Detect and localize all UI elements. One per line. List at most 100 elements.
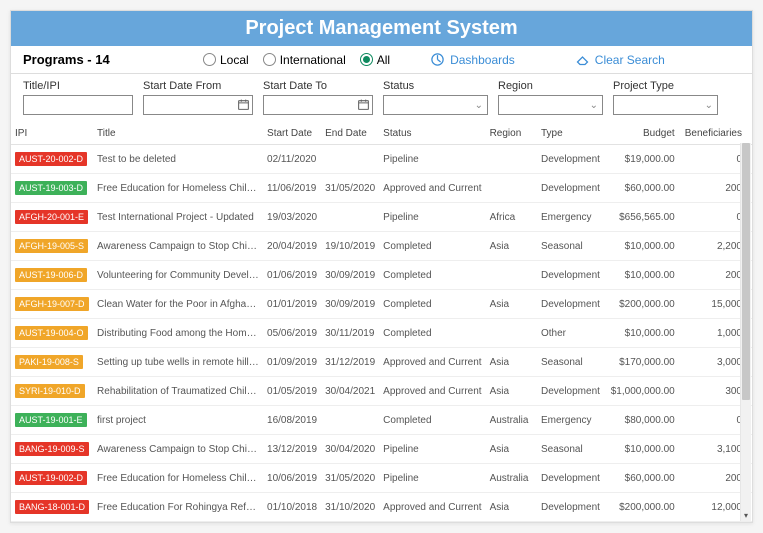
cell: Completed xyxy=(379,261,485,290)
cell: Asia xyxy=(486,290,537,319)
cell: $60,000.00 xyxy=(607,464,681,493)
cell: Pipeline xyxy=(379,464,485,493)
column-header[interactable]: Beneficiaries xyxy=(681,123,752,145)
cell: 19/10/2019 xyxy=(321,232,379,261)
cell: AFGH-19-005-S xyxy=(11,232,93,261)
cell: Test International Project - Updated xyxy=(93,203,263,232)
filter-project-type-label: Project Type xyxy=(613,80,718,92)
column-header[interactable]: IPI xyxy=(11,123,93,145)
cell: 20/04/2019 xyxy=(263,232,321,261)
column-header[interactable]: Region xyxy=(486,123,537,145)
ipi-badge: AFGH-19-005-S xyxy=(15,239,88,253)
column-header[interactable]: Start Date xyxy=(263,123,321,145)
scroll-thumb[interactable] xyxy=(742,143,750,400)
chevron-down-icon: ⌄ xyxy=(590,100,598,111)
calendar-icon[interactable] xyxy=(237,98,250,111)
filter-start-from-label: Start Date From xyxy=(143,80,253,92)
cell: Approved and Current xyxy=(379,174,485,203)
cell: Asia xyxy=(486,377,537,406)
radio-all-label: All xyxy=(377,53,390,67)
filter-project-type: Project Type ⌄ xyxy=(613,80,718,115)
column-header[interactable]: Status xyxy=(379,123,485,145)
cell: 01/09/2019 xyxy=(263,348,321,377)
cell: Completed xyxy=(379,319,485,348)
project-type-select[interactable]: ⌄ xyxy=(613,95,718,115)
region-select[interactable]: ⌄ xyxy=(498,95,603,115)
cell: AUST-19-002-D xyxy=(11,464,93,493)
scroll-down-arrow[interactable]: ▾ xyxy=(741,509,751,521)
cell: Approved and Current xyxy=(379,493,485,522)
toolbar: Programs - 14 Local International All Da… xyxy=(11,46,752,74)
table-row[interactable]: AUST-19-006-DVolunteering for Community … xyxy=(11,261,752,290)
table-row[interactable]: AUST-19-004-ODistributing Food among the… xyxy=(11,319,752,348)
app-window: Project Management System Programs - 14 … xyxy=(10,10,753,523)
table-row[interactable]: AUST-19-002-DFree Education for Homeless… xyxy=(11,464,752,493)
scope-radio-group: Local International All xyxy=(203,53,390,67)
cell: Pipeline xyxy=(379,435,485,464)
calendar-icon[interactable] xyxy=(357,98,370,111)
table-row[interactable]: SYRI-19-010-DRehabilitation of Traumatiz… xyxy=(11,377,752,406)
cell: Development xyxy=(537,290,607,319)
radio-local[interactable]: Local xyxy=(203,53,249,67)
column-header[interactable]: End Date xyxy=(321,123,379,145)
radio-all[interactable]: All xyxy=(360,53,390,67)
cell: 30/04/2020 xyxy=(321,435,379,464)
cell: Awareness Campaign to Stop Child Labor..… xyxy=(93,232,263,261)
chevron-down-icon: ⌄ xyxy=(475,100,483,111)
table-row[interactable]: AFGH-19-007-DClean Water for the Poor in… xyxy=(11,290,752,319)
cell: Development xyxy=(537,174,607,203)
cell: Other xyxy=(537,319,607,348)
cell: first project xyxy=(93,406,263,435)
ipi-badge: AFGH-20-001-E xyxy=(15,210,88,224)
vertical-scrollbar[interactable]: ▾ xyxy=(740,143,751,521)
cell: 19/03/2020 xyxy=(263,203,321,232)
cell: AFGH-20-001-E xyxy=(11,203,93,232)
cell: BANG-18-001-D xyxy=(11,493,93,522)
table-row[interactable]: BANG-19-009-SAwareness Campaign to Stop … xyxy=(11,435,752,464)
title-input[interactable] xyxy=(23,95,133,115)
status-select[interactable]: ⌄ xyxy=(383,95,488,115)
column-header[interactable]: Title xyxy=(93,123,263,145)
ipi-badge: AFGH-19-007-D xyxy=(15,297,89,311)
table-row[interactable]: AFGH-20-001-E Test International Project … xyxy=(11,203,752,232)
filter-region: Region ⌄ xyxy=(498,80,603,115)
ipi-badge: AUST-19-001-E xyxy=(15,413,87,427)
clear-search-link[interactable]: Clear Search xyxy=(575,52,665,67)
cell: Asia xyxy=(486,232,537,261)
cell: Free Education For Rohingya Refugee Chi.… xyxy=(93,493,263,522)
cell: Volunteering for Community Development xyxy=(93,261,263,290)
column-header[interactable]: Budget xyxy=(607,123,681,145)
cell: 30/09/2019 xyxy=(321,290,379,319)
cell: 13/12/2019 xyxy=(263,435,321,464)
cell: $10,000.00 xyxy=(607,232,681,261)
cell: Completed xyxy=(379,232,485,261)
cell: AFGH-19-007-D xyxy=(11,290,93,319)
cell: 31/05/2020 xyxy=(321,464,379,493)
cell: AUST-20-002-D xyxy=(11,145,93,174)
table-row[interactable]: AUST-20-002-DTest to be deleted02/11/202… xyxy=(11,145,752,174)
cell: Development xyxy=(537,145,607,174)
cell: Distributing Food among the Homeless xyxy=(93,319,263,348)
column-header[interactable]: Type xyxy=(537,123,607,145)
cell: 01/10/2018 xyxy=(263,493,321,522)
table-header-row: IPITitleStart DateEnd DateStatusRegionTy… xyxy=(11,123,752,145)
table-row[interactable]: PAKI-19-008-SSetting up tube wells in re… xyxy=(11,348,752,377)
dashboards-link[interactable]: Dashboards xyxy=(430,52,515,67)
radio-international[interactable]: International xyxy=(263,53,346,67)
programs-count: Programs - 14 xyxy=(23,52,203,67)
table-row[interactable]: AUST-19-001-Efirst project16/08/2019Comp… xyxy=(11,406,752,435)
cell: 10/06/2019 xyxy=(263,464,321,493)
cell: 31/12/2019 xyxy=(321,348,379,377)
table-row[interactable]: AFGH-19-005-S Awareness Campaign to Stop … xyxy=(11,232,752,261)
ipi-badge: BANG-18-001-D xyxy=(15,500,89,514)
table-row[interactable]: BANG-18-001-D Free Education For Rohingya… xyxy=(11,493,752,522)
dashboard-icon xyxy=(430,52,445,67)
cell: Rehabilitation of Traumatized Children o… xyxy=(93,377,263,406)
cell: Pipeline xyxy=(379,145,485,174)
ipi-badge: PAKI-19-008-S xyxy=(15,355,83,369)
cell: $200,000.00 xyxy=(607,290,681,319)
cell: BANG-19-009-S xyxy=(11,435,93,464)
table-row[interactable]: AUST-19-003-DFree Education for Homeless… xyxy=(11,174,752,203)
cell: AUST-19-006-D xyxy=(11,261,93,290)
cell: AUST-19-001-E xyxy=(11,406,93,435)
